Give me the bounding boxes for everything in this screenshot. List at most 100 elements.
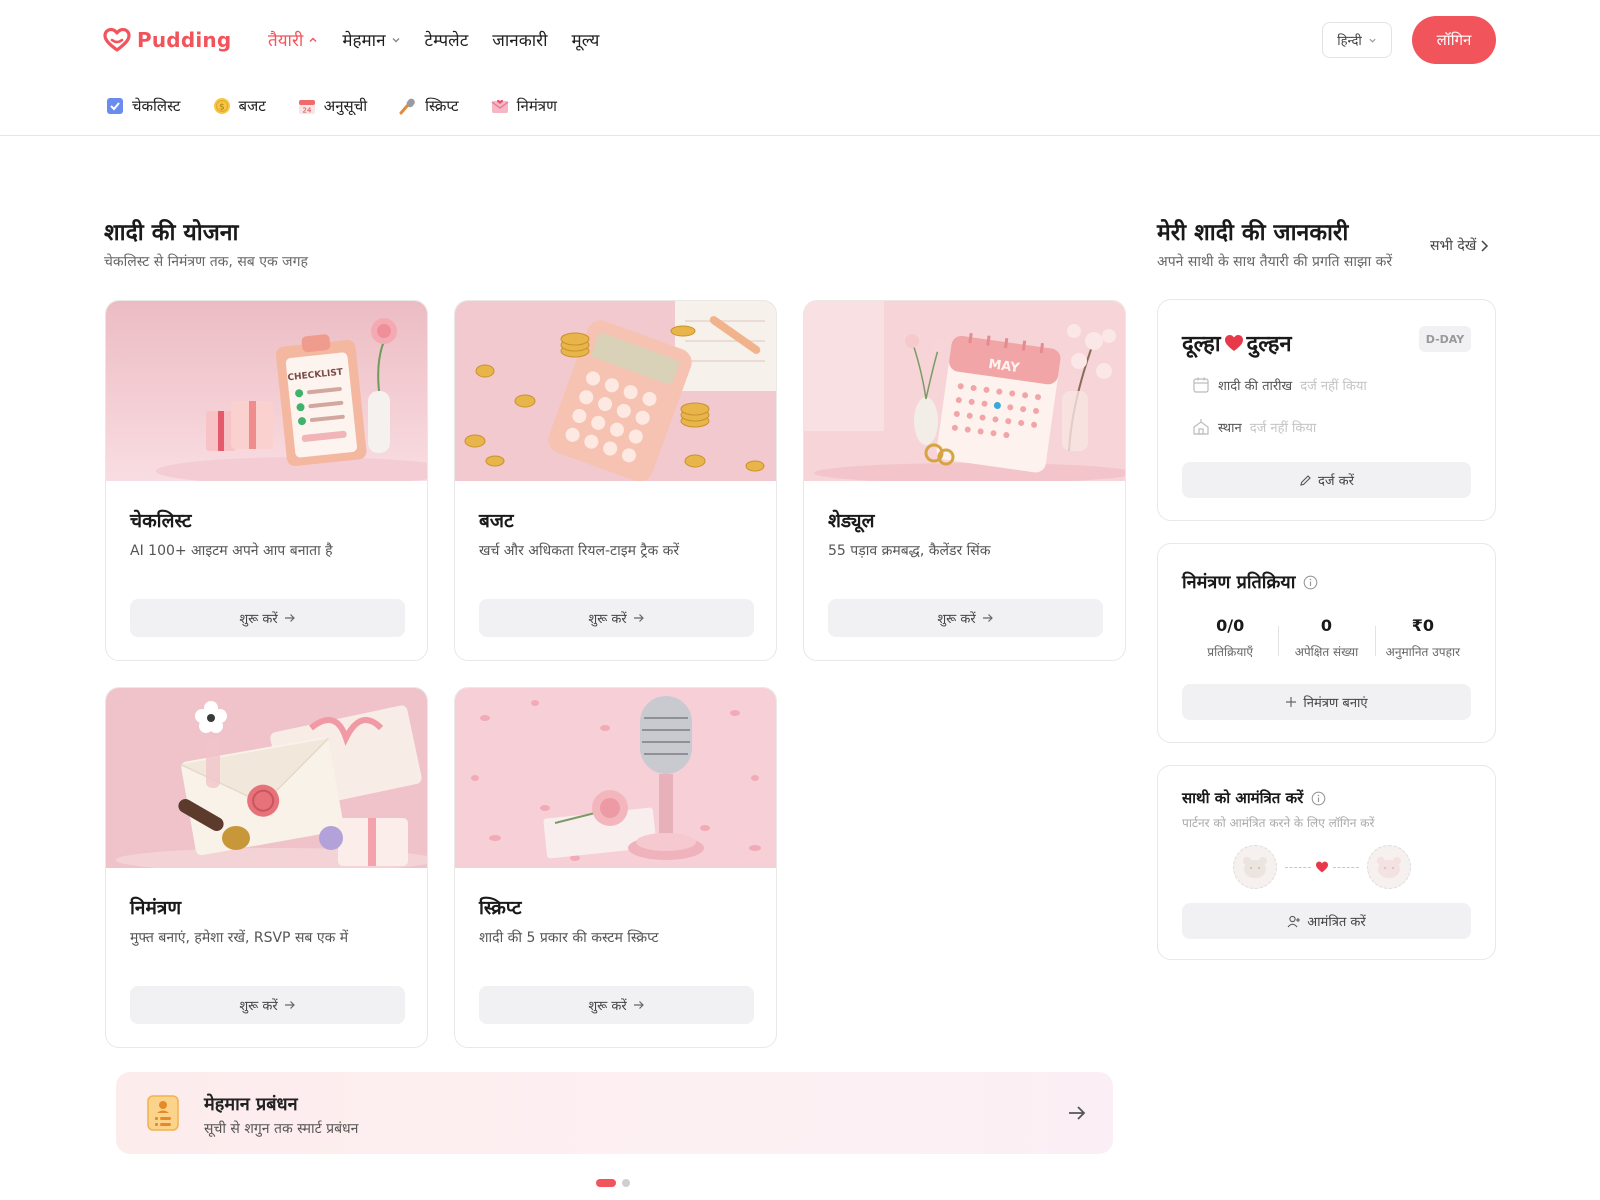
heart-icon [1224, 335, 1243, 351]
groom-label: दूल्हा [1182, 332, 1221, 357]
stat-value: ₹0 [1411, 616, 1434, 635]
subnav-item-checklist[interactable]: चेकलिस्ट [106, 96, 181, 116]
nav-item-label: मेहमान [342, 31, 386, 51]
svg-text:$: $ [219, 103, 225, 113]
planning-subtitle: चेकलिस्ट से निमंत्रण तक, सब एक जगह [104, 254, 308, 270]
stat-label: अपेक्षित संख्या [1294, 645, 1359, 659]
button-label: शुरू करें [239, 999, 278, 1014]
venue-icon [1193, 419, 1209, 435]
stat-value: 0/0 [1216, 616, 1245, 635]
main-nav: तैयारी मेहमान टेम्पलेट जानकारी मूल्य [268, 28, 599, 51]
partner-invite-card: साथी को आमंत्रित करें पार्टनर को आमंत्रि… [1157, 765, 1496, 960]
card-title: बजट [479, 510, 514, 532]
subnav-item-invitation[interactable]: निमंत्रण [491, 96, 557, 116]
bear-face-icon [1377, 857, 1401, 878]
feature-card-script[interactable]: स्क्रिप्ट शादी की 5 प्रकार की कस्टम स्क्… [454, 687, 777, 1048]
bear-face-icon [1243, 857, 1267, 878]
stat-label: प्रतिक्रियाएँ [1207, 645, 1254, 659]
guest-banner-subtitle: सूची से शगुन तक स्मार्ट प्रबंधन [204, 1121, 359, 1137]
login-button[interactable]: लॉगिन [1412, 16, 1496, 64]
stat-value: 0 [1320, 616, 1333, 635]
arrow-right-icon [633, 614, 644, 622]
nav-item-label: तैयारी [268, 31, 304, 51]
button-label: शुरू करें [239, 612, 278, 627]
card-title: चेकलिस्ट [130, 510, 192, 532]
start-button[interactable]: शुरू करें [479, 599, 754, 637]
checkbox-icon [106, 97, 124, 115]
venue-row: स्थान दर्ज नहीं किया [1192, 418, 1316, 436]
nav-item-label: मूल्य [571, 31, 600, 51]
edit-info-button[interactable]: दर्ज करें [1182, 462, 1471, 498]
partner-subtitle: पार्टनर को आमंत्रित करने के लिए लॉगिन कर… [1182, 816, 1375, 830]
chevron-down-icon [1369, 38, 1376, 43]
card-description: शादी की 5 प्रकार की कस्टम स्क्रिप्ट [479, 930, 659, 946]
feature-card-schedule[interactable]: MAY शेड्यूल 55 पड़ाव क्रमबद्ध, कैलेंडर स… [803, 300, 1126, 661]
card-title: निमंत्रण [130, 897, 182, 919]
bride-label: दुल्हन [1246, 332, 1292, 357]
partner-title-row: साथी को आमंत्रित करें [1182, 788, 1326, 808]
carousel-dot[interactable] [622, 1179, 630, 1187]
planning-title: शादी की योजना [104, 220, 239, 246]
feature-card-invitation[interactable]: निमंत्रण मुफ्त बनाएं, हमेशा रखें, RSVP स… [105, 687, 428, 1048]
card-description: 55 पड़ाव क्रमबद्ध, कैलेंडर सिंक [828, 543, 991, 559]
start-button[interactable]: शुरू करें [479, 986, 754, 1024]
wedding-date-value: दर्ज नहीं किया [1300, 379, 1367, 394]
info-icon[interactable] [1303, 575, 1318, 590]
subnav-item-label: निमंत्रण [516, 97, 557, 115]
start-button[interactable]: शुरू करें [130, 599, 405, 637]
arrow-right-icon [284, 1001, 295, 1009]
chevron-down-icon [392, 37, 400, 42]
nav-item-templates[interactable]: टेम्पलेट [425, 28, 469, 51]
calculator-illustration [455, 301, 776, 481]
nav-item-guests[interactable]: मेहमान [342, 28, 400, 51]
start-button[interactable]: शुरू करें [130, 986, 405, 1024]
invite-partner-button[interactable]: आमंत्रित करें [1182, 903, 1471, 939]
card-description: मुफ्त बनाएं, हमेशा रखें, RSVP सब एक में [130, 930, 349, 946]
plus-icon [1286, 697, 1297, 707]
chevron-up-icon [309, 37, 317, 42]
guest-management-banner[interactable]: मेहमान प्रबंधन सूची से शगुन तक स्मार्ट प… [116, 1072, 1113, 1154]
see-all-link[interactable]: सभी देखें [1430, 236, 1490, 255]
rsvp-card: निमंत्रण प्रतिक्रिया 0/0 प्रतिक्रियाएँ 0… [1157, 543, 1496, 743]
feature-card-checklist[interactable]: CHECKLIST चेकलिस्ट AI 100+ आइटम अपने आप … [105, 300, 428, 661]
couple-names: दूल्हा दुल्हन [1182, 328, 1292, 358]
feature-subnav: चेकलिस्ट $ बजट 24 अनुसूची स्क्रिप्ट निमं… [106, 96, 557, 116]
partner-title: साथी को आमंत्रित करें [1182, 789, 1304, 807]
venue-value: दर्ज नहीं किया [1249, 421, 1317, 436]
language-select[interactable]: हिन्दी [1322, 22, 1392, 58]
chevron-right-icon [1481, 239, 1489, 252]
feature-card-budget[interactable]: बजट खर्च और अधिकता रियल-टाइम ट्रैक करें … [454, 300, 777, 661]
stat-estimated-gifts: ₹0 अनुमानित उपहार [1374, 616, 1471, 660]
carousel-dot-active[interactable] [596, 1179, 616, 1187]
start-button[interactable]: शुरू करें [828, 599, 1103, 637]
create-invitation-button[interactable]: निमंत्रण बनाएं [1182, 684, 1471, 720]
subnav-item-label: चेकलिस्ट [132, 97, 181, 115]
arrow-right-icon [284, 614, 295, 622]
partner-avatars [1233, 845, 1411, 889]
nav-item-pricing[interactable]: मूल्य [572, 28, 600, 51]
button-label: शुरू करें [588, 612, 627, 627]
subnav-item-budget[interactable]: $ बजट [213, 96, 266, 116]
info-icon[interactable] [1311, 791, 1326, 806]
rsvp-title-row: निमंत्रण प्रतिक्रिया [1182, 570, 1318, 594]
carousel-pagination [596, 1179, 630, 1187]
nav-item-info[interactable]: जानकारी [492, 28, 547, 51]
add-user-icon [1287, 915, 1301, 927]
brand-logo[interactable]: Pudding [103, 26, 231, 54]
nav-item-preparation[interactable]: तैयारी [268, 28, 318, 51]
rsvp-title: निमंत्रण प्रतिक्रिया [1182, 572, 1296, 593]
button-label: शुरू करें [588, 999, 627, 1014]
card-title: शेड्यूल [828, 510, 875, 532]
checklist-illustration: CHECKLIST [106, 301, 427, 481]
subnav-item-script[interactable]: स्क्रिप्ट [399, 96, 459, 116]
stat-label: अनुमानित उपहार [1385, 645, 1460, 659]
card-title: स्क्रिप्ट [479, 897, 522, 919]
subnav-item-schedule[interactable]: 24 अनुसूची [298, 96, 367, 116]
calendar-icon [1193, 377, 1209, 393]
envelope-illustration [106, 688, 427, 868]
brand-name: Pudding [137, 28, 232, 52]
top-header: Pudding तैयारी मेहमान टेम्पलेट जानकारी म… [0, 0, 1600, 136]
language-label: हिन्दी [1337, 34, 1362, 49]
guest-banner-title: मेहमान प्रबंधन [204, 1094, 298, 1115]
card-description: खर्च और अधिकता रियल-टाइम ट्रैक करें [479, 543, 680, 559]
